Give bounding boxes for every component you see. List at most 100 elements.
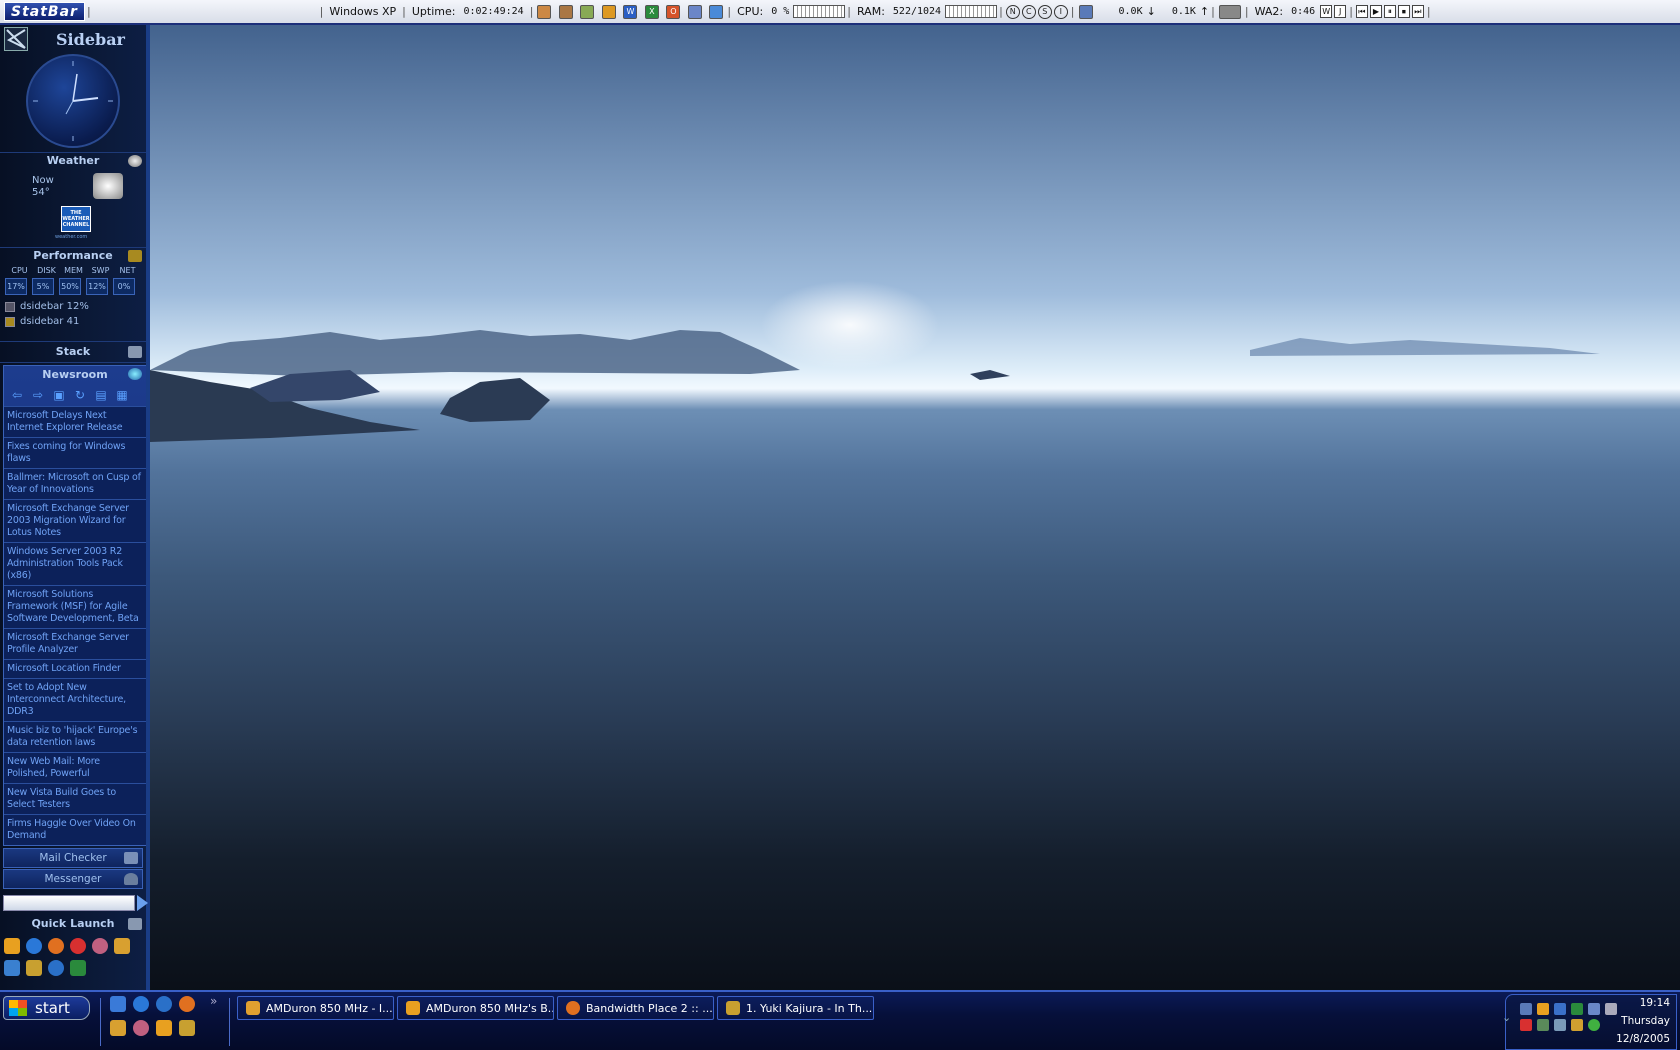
checklist-icon[interactable] [601,4,616,19]
taskbar-button-amduron-2[interactable]: AMDuron 850 MHz's B... [397,996,554,1020]
firefox-icon[interactable] [179,996,195,1012]
news-item[interactable]: Firms Haggle Over Video On Demand [4,814,146,845]
internet-explorer-icon[interactable] [133,996,149,1012]
cpu-value: 0 % [771,6,790,17]
network-computer-icon[interactable] [1078,4,1093,19]
back-arrow-icon[interactable]: ⇦ [9,388,25,402]
mail-icon[interactable] [124,852,138,864]
play-button[interactable]: ▶ [1369,5,1382,18]
monitor-icon[interactable] [1571,1003,1583,1015]
analog-clock[interactable] [26,54,120,148]
jump-button[interactable]: J [1334,5,1347,18]
forward-arrow-icon[interactable]: ⇨ [30,388,46,402]
firefox-icon[interactable] [48,938,64,954]
gear-icon[interactable] [1537,1019,1549,1031]
media-player-icon[interactable] [48,960,64,976]
sidebar-search-input[interactable] [3,895,135,911]
drive-icon[interactable] [1218,4,1241,19]
notepad-icon[interactable] [580,4,595,19]
stop-button[interactable]: ⏹ [1397,5,1410,18]
plug-icon[interactable] [1554,1019,1566,1031]
news-item[interactable]: New Web Mail: More Polished, Powerful [4,752,146,783]
performance-graph-icon[interactable] [128,250,142,262]
arrow-up-icon: ↑ [1199,5,1210,18]
media-player-icon[interactable] [156,996,172,1012]
taskbar-button-winamp[interactable]: 1. Yuki Kajiura - In Th... [717,996,874,1020]
outlook-icon[interactable]: O [666,4,681,19]
key-icon[interactable] [1605,1003,1617,1015]
tray-expand-chevron-icon[interactable]: ⌄ [1502,1011,1511,1024]
lightning-icon[interactable] [26,960,42,976]
news-item[interactable]: Microsoft Exchange Server Profile Analyz… [4,628,146,659]
document-icon[interactable] [687,4,702,19]
prev-track-button[interactable]: ⏮ [1355,5,1368,18]
excel-icon[interactable]: X [644,4,659,19]
hat-icon[interactable] [114,938,130,954]
news-item[interactable]: New Vista Build Goes to Select Testers [4,783,146,814]
runner-icon[interactable] [4,938,20,954]
quill-icon[interactable] [558,4,573,19]
start-button[interactable]: start [3,996,90,1020]
word-icon[interactable]: W [623,4,638,19]
messenger-module[interactable]: Messenger [3,869,143,889]
newsroom-title: Newsroom [42,368,108,381]
red-circle-app-icon[interactable] [70,938,86,954]
wifi-icon[interactable] [1588,1019,1600,1031]
notes-app-icon[interactable] [4,960,20,976]
news-item[interactable]: Set to Adopt New Interconnect Architectu… [4,678,146,721]
winamp-button[interactable]: W [1320,5,1333,18]
perf-label-swp: SWP [91,266,110,275]
news-item[interactable]: Windows Server 2003 R2 Administration To… [4,542,146,585]
pause-button[interactable]: ⏸ [1383,5,1396,18]
stack-folder-icon[interactable] [128,346,142,358]
perf-values: 17% 5% 50% 12% 0% [0,278,146,295]
paint-palette-icon[interactable] [92,938,108,954]
top-process-mem[interactable]: dsidebar 41 [0,314,146,329]
sidebar: Sidebar Weather Now 54° THE WEATHER CHAN… [0,25,150,990]
os-label: Windows XP [329,5,397,18]
runner-icon[interactable] [1537,1003,1549,1015]
news-item[interactable]: Microsoft Exchange Server 2003 Migration… [4,499,146,542]
news-item[interactable]: Fixes coming for Windows flaws [4,437,146,468]
news-item[interactable]: Ballmer: Microsoft on Cusp of Year of In… [4,468,146,499]
paint-palette-icon[interactable] [133,1020,149,1036]
statbar-logo[interactable]: StatBar [4,2,85,21]
settings-icon[interactable]: ▦ [114,388,130,402]
internet-explorer-icon[interactable] [26,938,42,954]
search-go-arrow-icon[interactable] [137,895,148,911]
quick-launch-more-chevron[interactable]: » [210,994,217,1008]
weather-com-link[interactable]: weather.com [55,234,87,240]
sidebar-logo-icon[interactable] [4,27,28,51]
feed-icon[interactable]: ▣ [51,388,67,402]
weather-settings-icon[interactable] [128,155,142,167]
taskbar-button-amduron-1[interactable]: AMDuron 850 MHz - I... [237,996,394,1020]
refresh-icon[interactable]: ↻ [72,388,88,402]
alert-icon[interactable] [1520,1019,1532,1031]
bars-icon[interactable] [1588,1003,1600,1015]
next-track-button[interactable]: ⏭ [1411,5,1424,18]
tray-clock-time[interactable]: 19:14 [1640,997,1670,1009]
weather-channel-logo[interactable]: THE WEATHER CHANNEL [61,206,91,232]
messenger-buddy-icon[interactable] [124,873,138,885]
terminal-icon[interactable] [70,960,86,976]
globe-icon[interactable] [128,368,142,380]
hat-icon[interactable] [110,1020,126,1036]
shield-icon[interactable] [1571,1019,1583,1031]
book-icon[interactable]: ▤ [93,388,109,402]
notes-icon[interactable] [110,996,126,1012]
top-process-cpu[interactable]: dsidebar 12% [0,299,146,314]
display-icon[interactable] [1554,1003,1566,1015]
taskbar-button-bandwidth-place[interactable]: Bandwidth Place 2 :: ... [557,996,714,1020]
notes-icon[interactable] [709,4,724,19]
news-item[interactable]: Microsoft Location Finder [4,659,146,678]
news-item[interactable]: Microsoft Solutions Framework (MSF) for … [4,585,146,628]
paint-icon[interactable] [537,4,552,19]
stack-module[interactable]: Stack [0,341,146,363]
news-item[interactable]: Music biz to 'hijack' Europe's data rete… [4,721,146,752]
news-item[interactable]: Microsoft Delays Next Internet Explorer … [4,406,146,437]
quick-launch-menu-icon[interactable] [128,918,142,930]
network-icon[interactable] [1520,1003,1532,1015]
runner-icon[interactable] [156,1020,172,1036]
mail-checker-module[interactable]: Mail Checker [3,848,143,868]
lightning-icon[interactable] [179,1020,195,1036]
